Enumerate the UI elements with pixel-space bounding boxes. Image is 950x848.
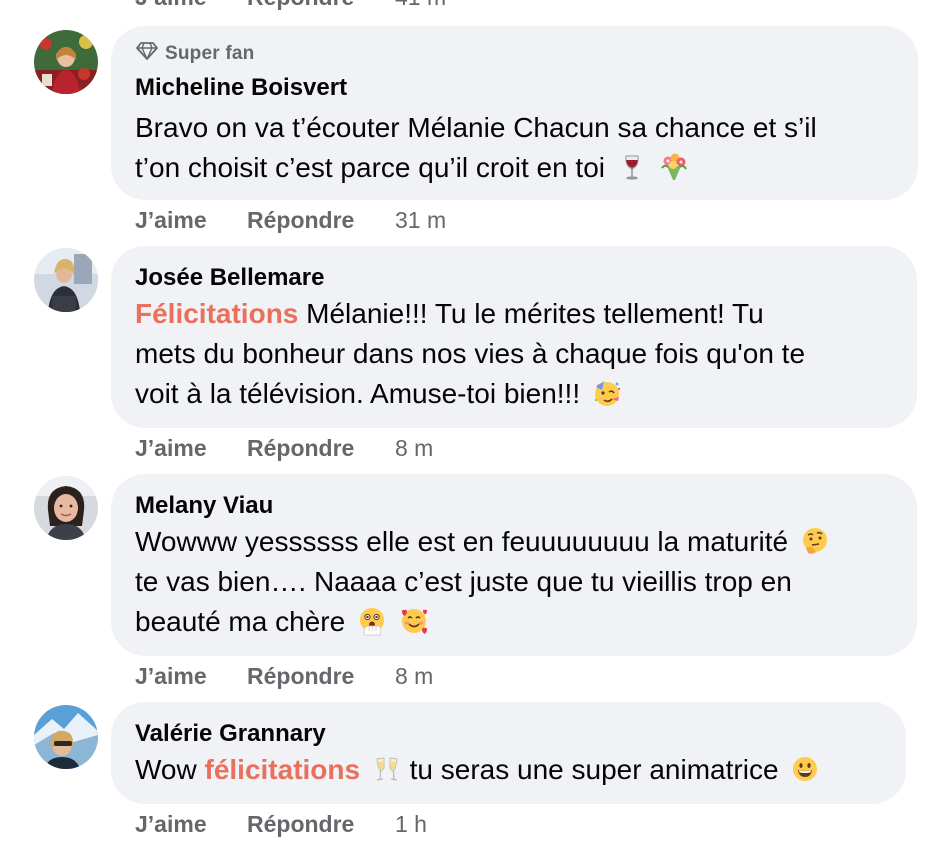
highlighted-word[interactable]: félicitations — [205, 754, 361, 785]
comment-line: Félicitations Mélanie!!! Tu le mérites t… — [135, 298, 764, 329]
like-button[interactable]: J’aime — [135, 207, 247, 234]
comment-actions: J’aime Répondre 31 m — [135, 205, 446, 235]
face-with-open-eyes-hand-over-mouth-icon — [357, 606, 387, 636]
comment-line-with-emoji: voit à la télévision. Amuse-toi bien!!! — [135, 374, 805, 414]
clinking-glasses-icon — [372, 754, 402, 784]
comment-line-with-emoji: Wowww yessssss elle est en feuuuuuuuu la… — [135, 522, 830, 562]
comment-line: mets du bonheur dans nos vies à chaque f… — [135, 338, 806, 369]
avatar[interactable] — [34, 30, 98, 94]
smiling-face-with-hearts-icon — [399, 606, 429, 636]
comment-text: Wowww yessssss elle est en feuuuuuuuu la… — [135, 522, 830, 642]
bouquet-icon — [659, 152, 689, 182]
avatar[interactable] — [34, 248, 98, 312]
comment-bubble: Josée Bellemare Félicitations Mélanie!!!… — [111, 246, 917, 428]
reply-button[interactable]: Répondre — [247, 207, 395, 234]
comment-text: Bravo on va t’écouter Mélanie Chacun sa … — [135, 108, 817, 188]
super-fan-badge: Super fan — [135, 42, 254, 66]
like-button[interactable]: J’aime — [135, 0, 247, 11]
grinning-face-icon — [790, 754, 820, 784]
comment-timestamp[interactable]: 1 h — [395, 811, 427, 838]
comment-line: te vas bien…. Naaaa c’est juste que tu v… — [135, 566, 792, 597]
comment-text: Félicitations Mélanie!!! Tu le mérites t… — [135, 294, 805, 414]
avatar[interactable] — [34, 476, 98, 540]
comment-author[interactable]: Valérie Grannary — [135, 720, 326, 748]
wine-glass-icon — [617, 152, 647, 182]
comment-timestamp[interactable]: 8 m — [395, 663, 433, 690]
highlighted-word[interactable]: Félicitations — [135, 298, 298, 329]
comment-bubble: Melany Viau Wowww yessssss elle est en f… — [111, 474, 917, 656]
comment-timestamp[interactable]: 31 m — [395, 207, 446, 234]
comment-actions: J’aime Répondre 8 m — [135, 661, 433, 691]
comment-bubble: Valérie Grannary Wow félicitations tu se… — [111, 702, 906, 804]
comment-line-with-emoji: Wow félicitations tu seras une super ani… — [135, 750, 820, 790]
comment-timestamp[interactable]: 41 m — [395, 0, 446, 11]
comment-line-with-emoji: t’on choisit c’est parce qu’il croit en … — [135, 148, 817, 188]
comment-bubble: Super fan Micheline Boisvert Bravo on va… — [111, 26, 918, 200]
reply-button[interactable]: Répondre — [247, 0, 395, 11]
comment-actions: J’aime Répondre 1 h — [135, 809, 427, 839]
comment-actions-partial: J’aime Répondre 41 m — [135, 0, 446, 12]
comment-author[interactable]: Micheline Boisvert — [135, 74, 347, 102]
comment-author[interactable]: Josée Bellemare — [135, 264, 324, 292]
partying-face-icon — [592, 378, 622, 408]
comment-timestamp[interactable]: 8 m — [395, 435, 433, 462]
comment-line-with-emoji: beauté ma chère — [135, 602, 830, 642]
like-button[interactable]: J’aime — [135, 663, 247, 690]
diamond-icon — [135, 41, 159, 67]
comment-text: Wow félicitations tu seras une super ani… — [135, 750, 820, 790]
comment-line: Bravo on va t’écouter Mélanie Chacun sa … — [135, 112, 817, 143]
reply-button[interactable]: Répondre — [247, 811, 395, 838]
badge-label: Super fan — [165, 43, 255, 64]
reply-button[interactable]: Répondre — [247, 435, 395, 462]
comment-actions: J’aime Répondre 8 m — [135, 433, 433, 463]
reply-button[interactable]: Répondre — [247, 663, 395, 690]
like-button[interactable]: J’aime — [135, 811, 247, 838]
like-button[interactable]: J’aime — [135, 435, 247, 462]
avatar[interactable] — [34, 705, 98, 769]
comment-author[interactable]: Melany Viau — [135, 492, 273, 520]
thinking-face-icon — [800, 526, 830, 556]
